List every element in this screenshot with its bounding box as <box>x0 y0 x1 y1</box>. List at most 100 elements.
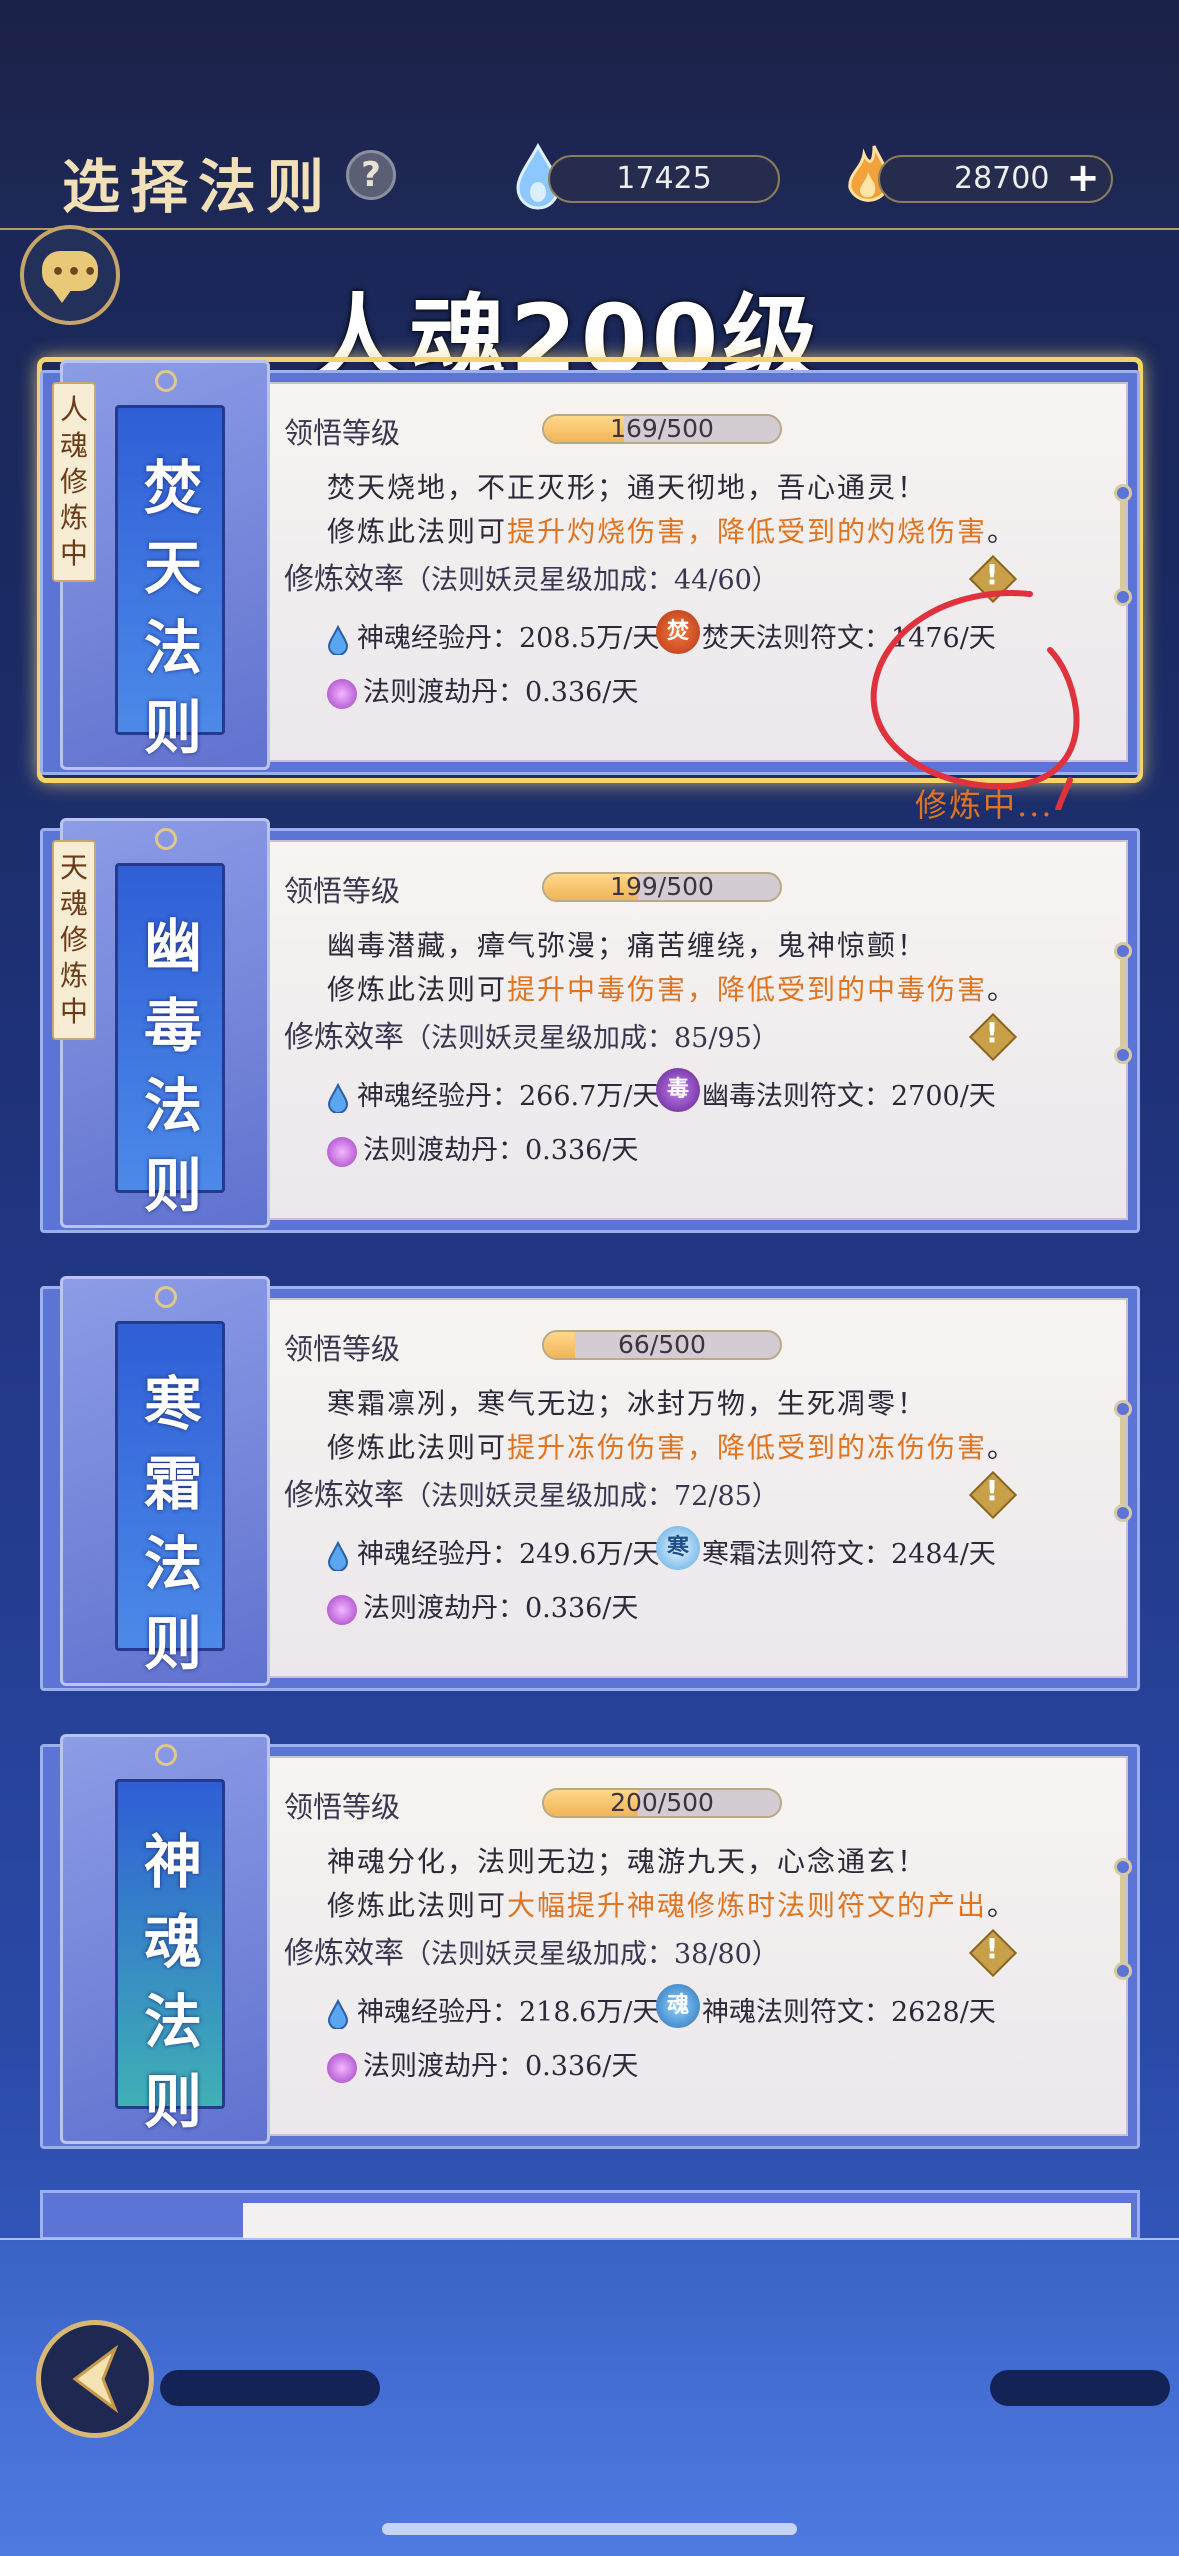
back-button[interactable] <box>36 2320 154 2438</box>
purple-pill-icon <box>327 678 357 709</box>
plaque-ring-icon <box>155 370 177 392</box>
home-indicator[interactable] <box>382 2523 797 2535</box>
currency-flame-value: 28700 <box>954 161 1050 196</box>
law-effect: 修炼此法则可大幅提升神魂修炼时法则符文的产出。 <box>327 1889 1018 1922</box>
law-description: 幽毒潜藏，瘴气弥漫；痛苦缠绕，鬼神惊颤！ <box>327 929 928 962</box>
exp-pill-rate: 神魂经验丹：266.7万/天 <box>327 1074 659 1113</box>
efficiency-info-icon[interactable]: ! <box>968 1928 1018 1978</box>
plaque-panel: 寒霜法则 <box>115 1321 225 1678</box>
plaque-panel: 焚天法则 <box>115 405 225 762</box>
law-card-partial[interactable] <box>40 2190 1140 2243</box>
level-progress-bar: 169/500 <box>542 414 782 444</box>
level-progress-bar: 199/500 <box>542 872 782 902</box>
level-label: 领悟等级 <box>284 874 401 908</box>
exp-pill-rate: 神魂经验丹：208.5万/天 <box>327 616 659 655</box>
rune-rate: 幽毒法则符文：2700/天 <box>702 1081 996 1112</box>
card-content: 领悟等级 66/500 寒霜凛冽，寒气无边；冰封万物，生死凋零！ 修炼此法则可提… <box>240 1298 1128 1678</box>
law-description: 焚天烧地，不正灭形；通天彻地，吾心通灵！ <box>327 471 928 504</box>
purple-pill-icon <box>327 1136 357 1167</box>
efficiency-label: 修炼效率 <box>284 1478 404 1513</box>
law-effect: 修炼此法则可提升中毒伤害，降低受到的中毒伤害。 <box>327 973 1018 1006</box>
card-content: 领悟等级 199/500 幽毒潜藏，瘴气弥漫；痛苦缠绕，鬼神惊颤！ 修炼此法则可… <box>240 840 1128 1220</box>
tribulation-pill-rate: 法则渡劫丹：0.336/天 <box>327 1586 638 1625</box>
plaque-panel: 神魂法则 <box>115 1779 225 2136</box>
efficiency-bonus: （法则妖灵星级加成：38/80） <box>404 1939 779 1970</box>
law-name: 神魂法则 <box>143 1828 202 2136</box>
cultivation-tag: 天魂修炼中 <box>52 840 96 1040</box>
currency-water-value: 17425 <box>548 155 780 203</box>
help-icon[interactable]: ? <box>346 150 396 200</box>
law-name: 幽毒法则 <box>143 912 202 1220</box>
chat-button[interactable]: ••• <box>20 225 120 325</box>
level-progress-bar: 200/500 <box>542 1788 782 1818</box>
law-name: 寒霜法则 <box>143 1370 202 1678</box>
scroll-decoration <box>1114 484 1132 606</box>
soul-rune-icon: 魂 <box>656 1984 700 2028</box>
plaque-panel: 幽毒法则 <box>115 863 225 1220</box>
purple-pill-icon <box>327 1594 357 1625</box>
law-effect: 修炼此法则可提升冻伤伤害，降低受到的冻伤伤害。 <box>327 1431 1018 1464</box>
scroll-decoration <box>1114 1400 1132 1522</box>
level-value: 66/500 <box>618 1330 706 1359</box>
efficiency-bonus: （法则妖灵星级加成：85/95） <box>404 1023 779 1054</box>
law-card-shenhun[interactable]: 领悟等级 200/500 神魂分化，法则无边；魂游九天，心念通玄！ 修炼此法则可… <box>40 1734 1140 2154</box>
level-value: 200/500 <box>610 1788 714 1817</box>
bottom-decoration <box>160 2370 380 2406</box>
law-name: 焚天法则 <box>143 454 202 762</box>
efficiency-label: 修炼效率 <box>284 1936 404 1971</box>
fire-rune-icon: 焚 <box>656 610 700 654</box>
top-bar-divider <box>0 228 1179 230</box>
plaque-ring-icon <box>155 1286 177 1308</box>
efficiency-row: 修炼效率（法则妖灵星级加成：44/60） <box>246 554 779 598</box>
card-content: 领悟等级 200/500 神魂分化，法则无边；魂游九天，心念通玄！ 修炼此法则可… <box>240 1756 1128 2136</box>
efficiency-bonus: （法则妖灵星级加成：44/60） <box>404 565 779 596</box>
level-value: 169/500 <box>610 414 714 443</box>
law-card-hanshuang[interactable]: 领悟等级 66/500 寒霜凛冽，寒气无边；冰封万物，生死凋零！ 修炼此法则可提… <box>40 1276 1140 1696</box>
efficiency-info-icon[interactable]: ! <box>968 1470 1018 1520</box>
efficiency-row: 修炼效率（法则妖灵星级加成：38/80） <box>246 1928 779 1972</box>
law-card-youdu[interactable]: 领悟等级 199/500 幽毒潜藏，瘴气弥漫；痛苦缠绕，鬼神惊颤！ 修炼此法则可… <box>40 818 1140 1238</box>
plaque-ring-icon <box>155 828 177 850</box>
currency-flame: 28700 + <box>878 155 1113 203</box>
efficiency-bonus: （法则妖灵星级加成：72/85） <box>404 1481 779 1512</box>
level-label: 领悟等级 <box>284 416 401 450</box>
purple-pill-icon <box>327 2052 357 2083</box>
level-value: 199/500 <box>610 872 714 901</box>
law-description: 寒霜凛冽，寒气无边；冰封万物，生死凋零！ <box>327 1387 928 1420</box>
rune-rate: 寒霜法则符文：2484/天 <box>702 1539 996 1570</box>
level-label: 领悟等级 <box>284 1332 401 1366</box>
law-plaque: 寒霜法则 <box>60 1276 280 1691</box>
add-currency-button[interactable]: + <box>1063 157 1103 199</box>
red-circle-annotation <box>870 590 1080 810</box>
bottom-decoration <box>990 2370 1170 2406</box>
exp-pill-rate: 神魂经验丹：218.6万/天 <box>327 1990 659 2029</box>
water-drop-icon <box>327 1082 349 1113</box>
tribulation-pill-rate: 法则渡劫丹：0.336/天 <box>327 1128 638 1167</box>
water-drop-icon <box>327 1998 349 2029</box>
law-plaque: 幽毒法则 天魂修炼中 <box>52 818 280 1233</box>
poison-rune-icon: 毒 <box>656 1068 700 1112</box>
law-plaque: 神魂法则 <box>60 1734 280 2149</box>
page-title: 选择法则 <box>62 153 335 221</box>
law-description: 神魂分化，法则无边；魂游九天，心念通玄！ <box>327 1845 928 1878</box>
level-progress-bar: 66/500 <box>542 1330 782 1360</box>
cultivation-tag: 人魂修炼中 <box>52 382 96 582</box>
scroll-decoration <box>1114 942 1132 1064</box>
chat-dots: ••• <box>51 260 100 285</box>
efficiency-row: 修炼效率（法则妖灵星级加成：85/95） <box>246 1012 779 1056</box>
plaque-ring-icon <box>155 1744 177 1766</box>
water-drop-icon <box>327 624 349 655</box>
tribulation-pill-rate: 法则渡劫丹：0.336/天 <box>327 2044 638 2083</box>
rune-rate: 神魂法则符文：2628/天 <box>702 1997 996 2028</box>
scroll-decoration <box>1114 1858 1132 1980</box>
efficiency-info-icon[interactable]: ! <box>968 1012 1018 1062</box>
efficiency-row: 修炼效率（法则妖灵星级加成：72/85） <box>246 1470 779 1514</box>
tribulation-pill-rate: 法则渡劫丹：0.336/天 <box>327 670 638 709</box>
efficiency-label: 修炼效率 <box>284 562 404 597</box>
back-arrow-icon <box>72 2344 119 2414</box>
level-label: 领悟等级 <box>284 1790 401 1824</box>
law-effect: 修炼此法则可提升灼烧伤害，降低受到的灼烧伤害。 <box>327 515 1018 548</box>
law-plaque: 焚天法则 人魂修炼中 <box>52 360 280 775</box>
water-drop-icon <box>327 1540 349 1571</box>
efficiency-label: 修炼效率 <box>284 1020 404 1055</box>
